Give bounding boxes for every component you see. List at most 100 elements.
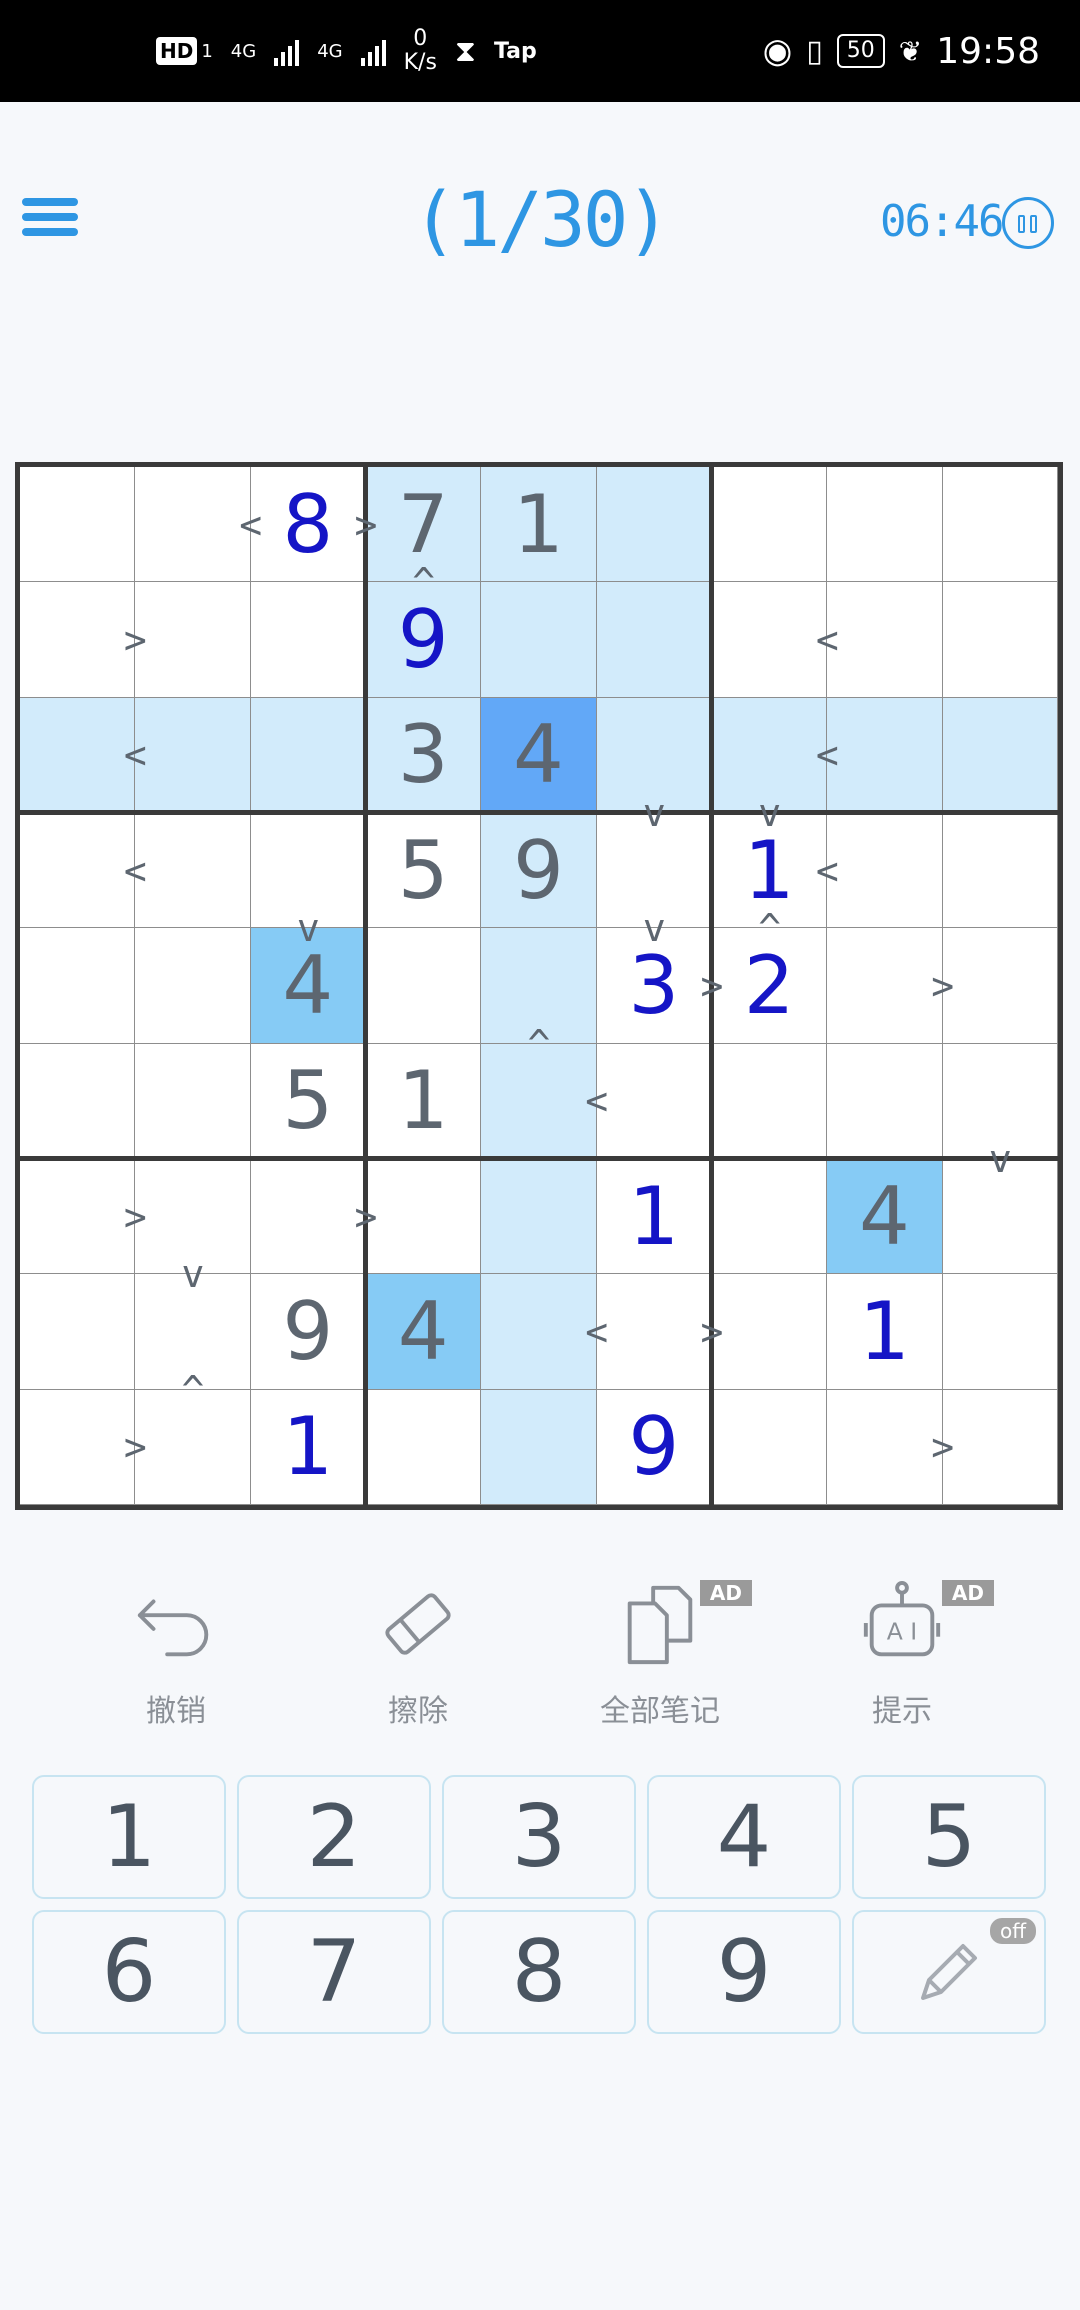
inequality-sign: > <box>123 1425 147 1470</box>
erase-button[interactable]: 擦除 <box>338 1580 498 1730</box>
signal-icon-2 <box>360 36 386 66</box>
notes-icon <box>627 1585 693 1665</box>
cell-r6-c7[interactable] <box>712 1043 828 1159</box>
inequality-sign: < <box>585 1310 609 1354</box>
cell-r6-c4[interactable]: 1 <box>366 1043 482 1159</box>
hd-badge: HD <box>156 37 198 65</box>
level-indicator: (1/30) <box>411 175 672 264</box>
cell-r8-c8[interactable]: 1 <box>827 1274 943 1390</box>
cell-r3-c9[interactable] <box>942 697 1058 813</box>
inequality-sign: < <box>585 1079 609 1124</box>
cell-r1-c1[interactable] <box>20 467 136 583</box>
cell-r7-c7[interactable] <box>712 1159 828 1275</box>
cell-r1-c7[interactable] <box>712 467 828 583</box>
digit-key-3[interactable]: 3 <box>442 1775 636 1899</box>
digit-key-4[interactable]: 4 <box>647 1775 841 1899</box>
digit-key-2[interactable]: 2 <box>237 1775 431 1899</box>
cell-r9-c3[interactable]: 1 <box>250 1389 366 1505</box>
cell-r8-c3[interactable]: 9 <box>250 1274 366 1390</box>
hint-robot-icon: A I <box>863 1580 941 1657</box>
cell-r5-c4[interactable] <box>366 928 482 1044</box>
ad-badge: AD <box>699 1580 752 1606</box>
cell-r1-c5[interactable]: 1 <box>481 467 597 583</box>
inequality-sign: v <box>988 1137 1012 1181</box>
cell-r9-c5[interactable] <box>481 1389 597 1505</box>
net-speed-unit: K/s <box>403 50 437 75</box>
cell-r1-c8[interactable] <box>827 467 943 583</box>
sim-indicator: 1 <box>201 40 213 62</box>
cell-r4-c5[interactable]: 9 <box>481 813 597 929</box>
inequality-sign: > <box>123 1194 147 1239</box>
inequality-sign: ^ <box>758 906 782 951</box>
cell-r8-c4[interactable]: 4 <box>366 1274 482 1390</box>
inequality-sign: > <box>700 964 724 1008</box>
digit-key-6[interactable]: 6 <box>32 1910 226 2034</box>
inequality-sign: v <box>181 1252 205 1297</box>
cell-r9-c7[interactable] <box>712 1389 828 1505</box>
digit-key-1[interactable]: 1 <box>32 1775 226 1899</box>
svg-text:A I: A I <box>887 1618 917 1646</box>
cell-r5-c1[interactable] <box>20 928 136 1044</box>
cell-r2-c5[interactable] <box>481 582 597 698</box>
network-type-1: 4G <box>230 40 257 62</box>
inequality-sign: > <box>931 964 955 1008</box>
inequality-sign: > <box>123 618 147 662</box>
digit-key-9[interactable]: 9 <box>647 1910 841 2034</box>
inequality-sign: > <box>354 502 378 547</box>
status-bar: HD 1 4G 4G 0 K/s ⧗ Tap ◉ ▯ 50 ❦ 19:58 <box>0 0 1080 102</box>
inequality-sign: < <box>815 618 839 662</box>
hint-button[interactable]: AD A I 提示 <box>822 1580 994 1730</box>
cell-r4-c9[interactable] <box>942 813 1058 929</box>
cell-r6-c1[interactable] <box>20 1043 136 1159</box>
pencil-icon <box>921 1944 977 2000</box>
cell-r7-c5[interactable] <box>481 1159 597 1275</box>
cell-r7-c8[interactable]: 4 <box>827 1159 943 1275</box>
cell-r2-c9[interactable] <box>942 582 1058 698</box>
erase-label: 擦除 <box>388 1694 448 1729</box>
cell-r2-c3[interactable] <box>250 582 366 698</box>
cell-r7-c6[interactable]: 1 <box>596 1159 712 1275</box>
tap-indicator: Tap <box>493 38 537 64</box>
cell-r6-c8[interactable] <box>827 1043 943 1159</box>
inequality-sign: > <box>931 1425 955 1470</box>
cell-r6-c2[interactable] <box>135 1043 251 1159</box>
cell-r9-c4[interactable] <box>366 1389 482 1505</box>
inequality-sign: v <box>642 791 666 835</box>
digit-key-7[interactable]: 7 <box>237 1910 431 2034</box>
battery-icon: 50 <box>836 34 885 68</box>
digit-key-8[interactable]: 8 <box>442 1910 636 2034</box>
cell-r6-c3[interactable]: 5 <box>250 1043 366 1159</box>
all-notes-button[interactable]: AD 全部笔记 <box>580 1580 752 1730</box>
cell-r3-c5[interactable]: 4 <box>481 697 597 813</box>
undo-button[interactable]: 撤销 <box>96 1580 256 1730</box>
cell-r2-c6[interactable] <box>596 582 712 698</box>
notes-toggle-button[interactable]: off <box>852 1910 1046 2034</box>
cell-r4-c4[interactable]: 5 <box>366 813 482 929</box>
inequality-sign: > <box>700 1310 724 1354</box>
cell-r8-c9[interactable] <box>942 1274 1058 1390</box>
inequality-sign: < <box>815 848 839 893</box>
cell-r1-c6[interactable] <box>596 467 712 583</box>
cell-r8-c1[interactable] <box>20 1274 136 1390</box>
inequality-sign: > <box>354 1194 378 1239</box>
pause-button[interactable] <box>1002 197 1054 249</box>
clock: 19:58 <box>936 30 1040 72</box>
inequality-sign: v <box>296 906 320 951</box>
net-speed-value: 0 <box>413 26 428 51</box>
cell-r1-c9[interactable] <box>942 467 1058 583</box>
cell-r9-c6[interactable]: 9 <box>596 1389 712 1505</box>
cell-r3-c4[interactable]: 3 <box>366 697 482 813</box>
hourglass-icon: ⧗ <box>454 33 476 69</box>
eye-icon: ◉ <box>762 31 793 71</box>
inequality-sign: v <box>642 906 666 951</box>
vibrate-icon: ▯ <box>806 33 823 69</box>
inequality-sign: < <box>123 733 147 778</box>
inequality-sign: < <box>239 502 263 547</box>
menu-icon[interactable] <box>22 198 78 244</box>
net-speed: 0 K/s <box>404 27 437 75</box>
digit-key-5[interactable]: 5 <box>852 1775 1046 1899</box>
box-divider-horizontal <box>20 810 1058 815</box>
cell-r3-c3[interactable] <box>250 697 366 813</box>
inequality-sign: ^ <box>527 1021 551 1066</box>
cell-r5-c2[interactable] <box>135 928 251 1044</box>
